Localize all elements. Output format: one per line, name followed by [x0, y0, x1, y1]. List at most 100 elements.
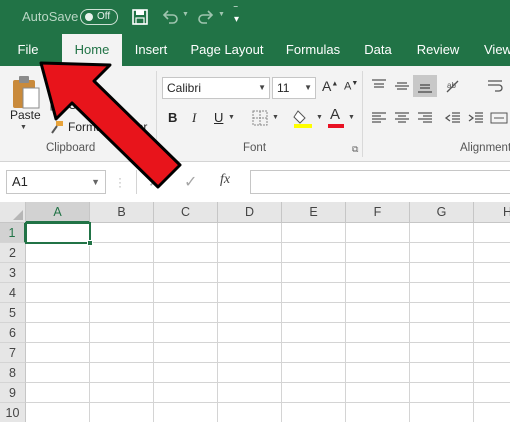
- autosave-label: AutoSave: [22, 9, 79, 24]
- formula-bar-divider: [136, 170, 137, 194]
- cell-area[interactable]: [26, 223, 510, 422]
- name-box-value: A1: [12, 174, 28, 189]
- resize-handle-icon[interactable]: · · ·: [118, 172, 122, 192]
- column-header-d[interactable]: D: [218, 202, 282, 223]
- fill-handle[interactable]: [87, 240, 93, 246]
- underline-dropdown-icon[interactable]: ▼: [228, 114, 235, 121]
- customize-toolbar-icon[interactable]: ‾ ▾: [234, 7, 239, 25]
- tab-review[interactable]: Review: [410, 34, 466, 66]
- select-all-icon: [13, 210, 23, 220]
- row-header-2[interactable]: 2: [0, 243, 26, 263]
- tab-file[interactable]: File: [6, 34, 50, 66]
- paste-icon[interactable]: [10, 74, 42, 110]
- merge-center-icon[interactable]: [490, 110, 508, 126]
- font-color-dropdown-icon[interactable]: ▼: [348, 114, 355, 121]
- borders-dropdown-icon[interactable]: ▼: [272, 114, 279, 121]
- font-color-icon[interactable]: A: [330, 106, 340, 123]
- row-header-1[interactable]: 1: [0, 223, 26, 243]
- top-align-icon[interactable]: [370, 78, 388, 94]
- enter-icon[interactable]: ✓: [184, 172, 197, 192]
- row-header-7[interactable]: 7: [0, 343, 26, 363]
- cut-icon[interactable]: [50, 78, 64, 92]
- borders-icon[interactable]: [252, 110, 268, 126]
- column-header-c[interactable]: C: [154, 202, 218, 223]
- tab-home[interactable]: Home: [62, 34, 122, 66]
- column-header-h[interactable]: H: [474, 202, 510, 223]
- autosave-state: Off: [97, 11, 111, 22]
- font-size-value: 11: [277, 81, 290, 95]
- wrap-text-icon[interactable]: [486, 78, 504, 94]
- font-group-label: Font: [243, 142, 267, 154]
- svg-text:ab: ab: [447, 81, 456, 90]
- align-right-icon[interactable]: [416, 110, 434, 126]
- cancel-icon[interactable]: ✕: [148, 172, 161, 192]
- save-icon[interactable]: [130, 7, 150, 27]
- paste-label[interactable]: Paste: [10, 108, 41, 122]
- fill-color-dropdown-icon[interactable]: ▼: [316, 114, 323, 121]
- font-size-combo[interactable]: 11 ▼: [272, 77, 316, 99]
- copy-icon[interactable]: [50, 100, 64, 114]
- title-bar: AutoSave Off ▼ ▼ ‾ ▾: [0, 0, 510, 34]
- column-header-b[interactable]: B: [90, 202, 154, 223]
- undo-dropdown-icon[interactable]: ▼: [182, 11, 189, 18]
- column-header-f[interactable]: F: [346, 202, 410, 223]
- ribbon-tabs: File Home Insert Page Layout Formulas Da…: [0, 34, 510, 66]
- undo-icon[interactable]: [160, 7, 180, 27]
- row-header-8[interactable]: 8: [0, 363, 26, 383]
- underline-button[interactable]: U: [214, 110, 223, 125]
- bottom-align-icon[interactable]: [416, 78, 434, 94]
- row-header-3[interactable]: 3: [0, 263, 26, 283]
- fill-color-icon[interactable]: [292, 108, 314, 128]
- italic-button[interactable]: I: [192, 110, 196, 126]
- increase-indent-icon[interactable]: [467, 110, 485, 126]
- dialog-launcher-icon[interactable]: ⧉: [352, 144, 358, 155]
- tab-formulas[interactable]: Formulas: [280, 34, 346, 66]
- select-all-button[interactable]: [0, 202, 26, 223]
- insert-function-icon[interactable]: fx: [220, 172, 230, 188]
- toggle-knob: [85, 13, 93, 21]
- formula-input[interactable]: [250, 170, 510, 194]
- formula-bar: A1 ▼ · · · ✕ ✓ fx: [0, 162, 510, 202]
- align-left-icon[interactable]: [370, 110, 388, 126]
- orientation-icon[interactable]: ab: [444, 78, 462, 94]
- autosave-toggle[interactable]: Off: [80, 9, 118, 25]
- font-name-value: Calibri: [167, 81, 202, 95]
- column-header-e[interactable]: E: [282, 202, 346, 223]
- font-name-combo[interactable]: Calibri ▼: [162, 77, 270, 99]
- clipboard-group-label: Clipboard: [46, 142, 96, 154]
- increase-font-size-icon[interactable]: A▲: [322, 78, 338, 94]
- copy-label[interactable]: Copy: [68, 98, 96, 112]
- tab-page-layout[interactable]: Page Layout: [186, 34, 268, 66]
- tab-view[interactable]: View: [478, 34, 510, 66]
- name-box[interactable]: A1 ▼: [6, 170, 106, 194]
- tab-data[interactable]: Data: [358, 34, 398, 66]
- font-color-swatch: [328, 124, 344, 128]
- group-divider: [156, 71, 157, 157]
- bold-button[interactable]: B: [168, 110, 177, 125]
- middle-align-icon[interactable]: [393, 78, 411, 94]
- row-header-9[interactable]: 9: [0, 383, 26, 403]
- redo-icon[interactable]: [196, 7, 216, 27]
- column-header-g[interactable]: G: [410, 202, 474, 223]
- row-header-4[interactable]: 4: [0, 283, 26, 303]
- redo-dropdown-icon[interactable]: ▼: [218, 11, 225, 18]
- column-header-a[interactable]: A: [26, 202, 90, 223]
- ribbon-home: Paste ▼ Copy Format Painter Clipboard Ca…: [0, 66, 510, 162]
- row-header-5[interactable]: 5: [0, 303, 26, 323]
- alignment-group-label: Alignment: [460, 142, 510, 154]
- tab-insert[interactable]: Insert: [126, 34, 176, 66]
- format-painter-icon[interactable]: [50, 120, 64, 134]
- group-divider: [362, 71, 363, 157]
- align-center-icon[interactable]: [393, 110, 411, 126]
- chevron-down-icon[interactable]: ▼: [258, 78, 266, 98]
- chevron-down-icon[interactable]: ▼: [304, 78, 312, 98]
- decrease-indent-icon[interactable]: [444, 110, 462, 126]
- paste-dropdown-icon[interactable]: ▼: [20, 124, 27, 131]
- row-header-6[interactable]: 6: [0, 323, 26, 343]
- format-painter-label[interactable]: Format Painter: [68, 120, 147, 134]
- active-cell-a1[interactable]: [25, 222, 91, 244]
- decrease-font-size-icon[interactable]: A▼: [344, 80, 358, 93]
- chevron-down-icon[interactable]: ▼: [91, 171, 100, 193]
- worksheet-grid: A B C D E F G H 1 2 3 4 5 6 7 8 9 10: [0, 202, 510, 422]
- row-header-10[interactable]: 10: [0, 403, 26, 422]
